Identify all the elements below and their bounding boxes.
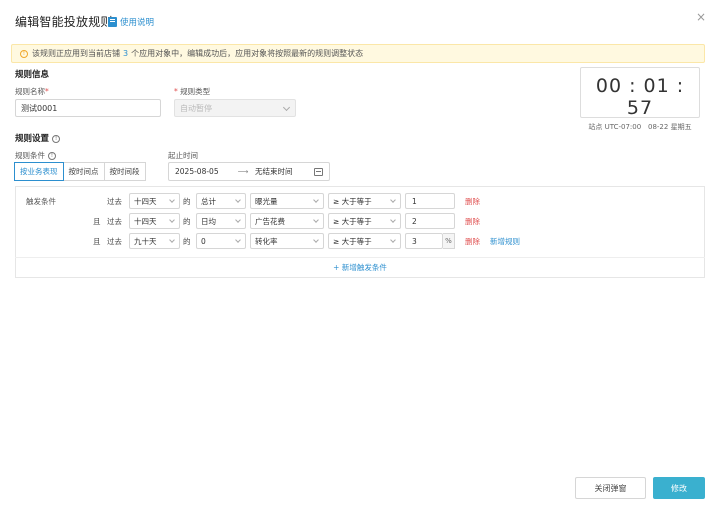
notice-suffix: 个应用对象中，编辑成功后，应用对象将按照最新的规则调整状态 <box>131 49 364 58</box>
add-rule-button[interactable]: 新增规则 <box>490 236 520 247</box>
row-of: 的 <box>183 237 191 246</box>
percent-unit: % <box>443 233 455 249</box>
info-icon: ! <box>52 134 61 143</box>
operator-select[interactable]: ≥ 大于等于 <box>328 193 401 209</box>
chevron-down-icon <box>169 217 175 223</box>
clock-zone: 站点 UTC-07:00 <box>588 123 642 131</box>
submit-button[interactable]: 修改 <box>653 477 705 499</box>
notice-prefix: 该规则正应用到当前店铺 <box>32 49 120 58</box>
trigger-row: 且 过去 十四天 的 日均 广告花费 ≥ 大于等于 2 删除 <box>0 213 720 229</box>
threshold-input[interactable]: 2 <box>405 213 455 229</box>
clock-date: 08-22 星期五 <box>648 123 692 131</box>
help-link-label: 使用说明 <box>120 18 155 28</box>
metric-select[interactable]: 广告花费 <box>250 213 324 229</box>
delete-row-button[interactable]: 删除 <box>465 236 480 247</box>
row-past: 过去 <box>107 197 122 206</box>
row-past: 过去 <box>107 237 122 246</box>
range-arrow: ⟶ <box>237 167 249 176</box>
row-prefix: 且 <box>93 217 101 226</box>
condition-option-timepoint[interactable]: 按时间点 <box>62 162 105 181</box>
period-label: 起止时间 <box>168 151 198 160</box>
site-clock: 00 : 01 : 57 站点 UTC-07:00 08-22 星期五 <box>580 67 700 131</box>
notice-banner: ! 该规则正应用到当前店铺 3 个应用对象中，编辑成功后，应用对象将按照最新的规… <box>11 44 705 63</box>
condition-option-performance[interactable]: 按业务表现 <box>14 162 64 181</box>
condition-type-segment: 按业务表现 按时间点 按时间段 <box>14 162 146 181</box>
close-icon[interactable]: × <box>696 11 706 23</box>
info-icon: ! <box>48 152 56 160</box>
clock-time: 00 : 01 : 57 <box>595 75 685 119</box>
operator-select[interactable]: ≥ 大于等于 <box>328 233 401 249</box>
row-of: 的 <box>183 197 191 206</box>
start-date[interactable]: 2025-08-05 <box>175 167 233 176</box>
trigger-row: 且 过去 九十天 的 0 转化率 ≥ 大于等于 3 % 删除 新增规则 <box>0 233 720 249</box>
delete-row-button[interactable]: 删除 <box>465 196 480 207</box>
rule-info-title: 规则信息 <box>15 70 50 80</box>
aggregation-select[interactable]: 总计 <box>196 193 246 209</box>
chevron-down-icon <box>313 237 319 243</box>
chevron-down-icon <box>235 237 241 243</box>
chevron-down-icon <box>390 197 396 203</box>
range-select[interactable]: 十四天 <box>129 193 180 209</box>
help-link[interactable]: 使用说明 <box>108 16 154 28</box>
rule-type-value: 自动暂停 <box>180 103 212 113</box>
rule-type-select: 自动暂停 <box>174 99 296 117</box>
operator-select[interactable]: ≥ 大于等于 <box>328 213 401 229</box>
chevron-down-icon <box>282 103 291 112</box>
aggregation-select[interactable]: 日均 <box>196 213 246 229</box>
date-range-picker[interactable]: 2025-08-05 ⟶ 无结束时间 <box>168 162 330 181</box>
rule-name-label: 规则名称* <box>15 87 49 96</box>
rule-settings-title: 规则设置! <box>15 132 61 144</box>
metric-select[interactable]: 转化率 <box>250 233 324 249</box>
end-date[interactable]: 无结束时间 <box>255 166 314 177</box>
rule-condition-label: 规则条件! <box>15 150 56 161</box>
chevron-down-icon <box>235 197 241 203</box>
aggregation-select[interactable]: 0 <box>196 233 246 249</box>
range-select[interactable]: 九十天 <box>129 233 180 249</box>
chevron-down-icon <box>313 217 319 223</box>
dialog-title: 编辑智能投放规则 <box>15 15 113 29</box>
calendar-icon[interactable] <box>314 167 323 176</box>
trigger-row: 过去 十四天 的 总计 曝光量 ≥ 大于等于 1 删除 <box>0 193 720 209</box>
chevron-down-icon <box>390 237 396 243</box>
chevron-down-icon <box>390 217 396 223</box>
warning-icon: ! <box>20 49 28 58</box>
notice-count: 3 <box>123 49 129 58</box>
rule-name-input[interactable]: 测试0001 <box>15 99 161 117</box>
rule-type-label: * 规则类型 <box>174 87 211 96</box>
row-past: 过去 <box>107 217 122 226</box>
row-of: 的 <box>183 217 191 226</box>
chevron-down-icon <box>313 197 319 203</box>
add-trigger-condition-button[interactable]: + 新增触发条件 <box>15 257 705 278</box>
metric-select[interactable]: 曝光量 <box>250 193 324 209</box>
delete-row-button[interactable]: 删除 <box>465 216 480 227</box>
chevron-down-icon <box>235 217 241 223</box>
row-prefix: 且 <box>93 237 101 246</box>
close-dialog-button[interactable]: 关闭弹窗 <box>575 477 646 499</box>
book-icon <box>108 17 117 27</box>
condition-option-timerange[interactable]: 按时间段 <box>103 162 146 181</box>
chevron-down-icon <box>169 197 175 203</box>
threshold-input[interactable]: 3 <box>405 233 443 249</box>
threshold-input[interactable]: 1 <box>405 193 455 209</box>
chevron-down-icon <box>169 237 175 243</box>
range-select[interactable]: 十四天 <box>129 213 180 229</box>
